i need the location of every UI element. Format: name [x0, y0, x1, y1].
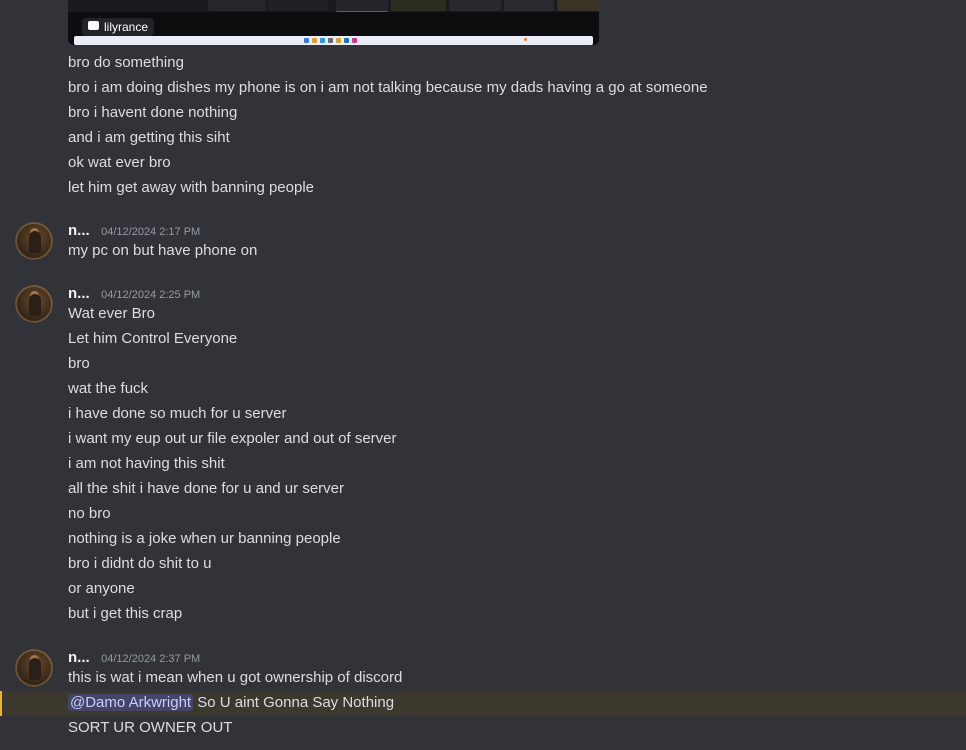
monitor-icon [88, 21, 99, 30]
message-line: nothing is a joke when ur banning people [68, 530, 341, 547]
message-header: n... 04/12/2024 2:37 PM [68, 648, 200, 668]
attachment-window-label: lilyrance [82, 18, 155, 36]
message-line: and i am getting this siht [68, 129, 230, 146]
attachment-taskbar [74, 36, 593, 45]
message-line: bro i havent done nothing [68, 104, 238, 121]
message-line: SORT UR OWNER OUT [68, 719, 233, 736]
username[interactable]: n... [68, 222, 90, 239]
message-line: my pc on but have phone on [68, 242, 258, 259]
message-line: Wat ever Bro [68, 305, 155, 322]
message-line: bro do something [68, 54, 184, 71]
username[interactable]: n... [68, 285, 90, 302]
message-timestamp: 04/12/2024 2:25 PM [101, 289, 201, 301]
message-text: So U aint Gonna Say Nothing [197, 694, 395, 711]
message-line-with-mention: @Damo Arkwright So U aint Gonna Say Noth… [68, 692, 394, 714]
image-attachment[interactable]: lilyrance [68, 0, 599, 45]
attachment-label-text: lilyrance [104, 20, 149, 34]
username[interactable]: n... [68, 649, 90, 666]
message-timestamp: 04/12/2024 2:17 PM [101, 226, 201, 238]
message-line: let him get away with banning people [68, 179, 314, 196]
message-line: i want my eup out ur file expoler and ou… [68, 430, 397, 447]
message-line: no bro [68, 505, 111, 522]
user-avatar[interactable] [15, 649, 53, 687]
message-line: Let him Control Everyone [68, 330, 238, 347]
message-timestamp: 04/12/2024 2:37 PM [101, 653, 201, 665]
user-avatar[interactable] [15, 285, 53, 323]
user-avatar[interactable] [15, 222, 53, 260]
message-line: bro [68, 355, 90, 372]
message-line: all the shit i have done for u and ur se… [68, 480, 344, 497]
message-line: bro i didnt do shit to u [68, 555, 212, 572]
chat-messages: lilyrance bro do something bro i am doin… [0, 0, 966, 750]
message-line: wat the fuck [68, 380, 149, 397]
message-line: i am not having this shit [68, 455, 225, 472]
message-line: this is wat i mean when u got ownership … [68, 669, 403, 686]
message-line: ok wat ever bro [68, 154, 171, 171]
message-line: i have done so much for u server [68, 405, 287, 422]
message-line: bro i am doing dishes my phone is on i a… [68, 79, 708, 96]
message-line: or anyone [68, 580, 135, 597]
user-mention[interactable]: @Damo Arkwright [68, 694, 194, 711]
attachment-thumbnail-strip [68, 0, 599, 12]
message-line: but i get this crap [68, 605, 183, 622]
message-header: n... 04/12/2024 2:17 PM [68, 221, 200, 241]
message-header: n... 04/12/2024 2:25 PM [68, 284, 200, 304]
